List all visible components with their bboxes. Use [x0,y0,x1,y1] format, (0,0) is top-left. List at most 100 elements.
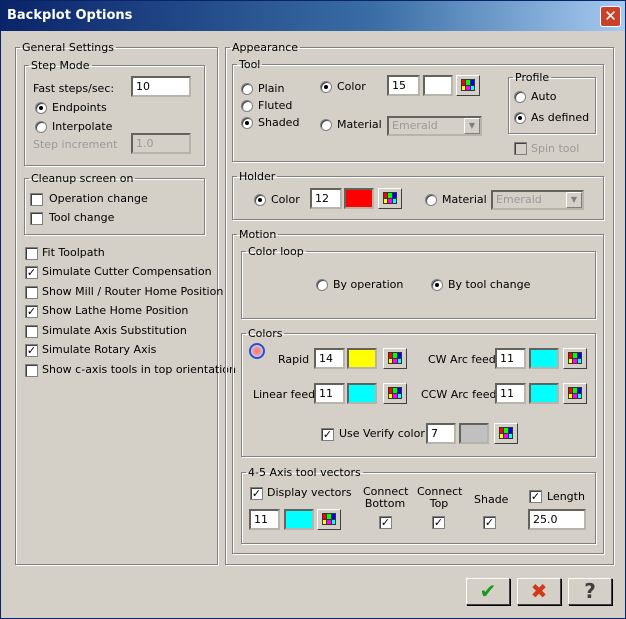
palette-icon [388,387,402,399]
close-button[interactable]: ✕ [600,6,621,27]
tool-fluted-radio[interactable] [241,100,253,112]
connect-top-label-line2: Top [429,497,449,510]
endpoints-label: Endpoints [52,101,107,114]
rapid-color-input[interactable]: 14 [314,348,345,369]
tool-color-swatch [423,75,453,96]
connect-top-label: Connect Top [417,486,462,510]
by-tool-change-label: By tool change [448,278,531,291]
tool-plain-radio[interactable] [241,83,253,95]
verify-color-picker-button[interactable] [494,423,518,444]
profile-legend: Profile [515,71,550,84]
length-checkbox[interactable]: ✓ [529,490,542,503]
tool-color-label: Color [337,80,366,93]
vector-color-picker-button[interactable] [317,509,341,530]
verify-color-swatch [459,423,489,444]
interpolate-radio[interactable] [35,121,47,133]
holder-color-input[interactable]: 12 [310,188,342,209]
profile-as-defined-label: As defined [531,111,590,124]
simulate-rotary-axis-label: Simulate Rotary Axis [42,343,157,356]
length-input[interactable]: 25.0 [528,509,586,530]
display-vectors-checkbox[interactable]: ✓ [250,487,263,500]
tool-fluted-label: Fluted [258,99,293,112]
holder-material-select[interactable]: Emerald ▼ [491,190,584,210]
show-mill-home-label: Show Mill / Router Home Position [42,285,224,298]
operation-change-checkbox[interactable] [30,193,43,206]
show-c-axis-checkbox[interactable] [25,364,38,377]
shade-checkbox[interactable]: ✓ [483,516,496,529]
step-increment-label: Step increment [33,138,118,151]
cancel-button[interactable]: ✖ [517,578,561,605]
tool-color-input[interactable]: 15 [387,75,420,96]
tool-color-picker-button[interactable] [456,75,480,96]
tool-material-value: Emerald [392,119,438,132]
display-vectors-label: Display vectors [267,486,352,499]
cw-arc-color-input[interactable]: 11 [495,348,526,369]
cw-arc-color-swatch [529,348,559,369]
connect-top-checkbox[interactable]: ✓ [432,516,445,529]
by-tool-change-radio[interactable] [431,279,443,291]
ok-button[interactable]: ✔ [466,578,510,605]
use-verify-color-label: Use Verify color [339,427,425,440]
simulate-rotary-axis-checkbox[interactable]: ✓ [25,344,38,357]
color-loop-group: Color loop [241,245,596,319]
ccw-arc-color-swatch [529,383,559,404]
window-title: Backplot Options [7,8,133,23]
holder-color-picker-button[interactable] [378,188,402,209]
show-mill-home-checkbox[interactable] [25,286,38,299]
verify-color-input[interactable]: 7 [426,423,456,444]
question-icon: ? [584,579,596,603]
fast-steps-input[interactable]: 10 [131,76,191,97]
x-icon: ✖ [530,579,548,603]
connect-bottom-checkbox[interactable]: ✓ [379,516,392,529]
tool-legend: Tool [239,58,261,71]
use-verify-color-checkbox[interactable]: ✓ [321,428,334,441]
holder-color-radio[interactable] [254,194,266,206]
general-settings-legend: General Settings [22,41,114,54]
connect-bottom-label: Connect Bottom [363,486,408,510]
palette-icon [568,387,582,399]
rapid-color-picker-button[interactable] [383,348,407,369]
tool-plain-label: Plain [258,82,285,95]
tool-material-label: Material [337,118,382,131]
simulate-cutter-comp-checkbox[interactable]: ✓ [25,266,38,279]
endpoints-radio[interactable] [35,102,47,114]
help-button[interactable]: ? [568,578,612,605]
vector-color-input[interactable]: 11 [249,509,280,530]
show-c-axis-label: Show c-axis tools in top orientation [42,363,237,376]
show-lathe-home-checkbox[interactable]: ✓ [25,305,38,318]
simulate-cutter-comp-label: Simulate Cutter Compensation [42,265,212,278]
tool-color-radio[interactable] [320,81,332,93]
vector-color-swatch [284,509,314,530]
holder-color-label: Color [271,193,300,206]
profile-as-defined-radio[interactable] [514,112,526,124]
tool-material-select[interactable]: Emerald ▼ [387,116,482,136]
color-cycle-icon [249,343,265,359]
linear-feed-color-picker-button[interactable] [383,383,407,404]
rapid-color-swatch [347,348,377,369]
simulate-axis-sub-checkbox[interactable] [25,325,38,338]
ccw-arc-color-input[interactable]: 11 [495,383,526,404]
fit-toolpath-checkbox[interactable] [25,247,38,260]
holder-material-radio[interactable] [425,194,437,206]
tool-shaded-radio[interactable] [241,117,253,129]
palette-icon [568,352,582,364]
fast-steps-label: Fast steps/sec: [33,82,115,95]
operation-change-label: Operation change [49,192,148,205]
title-bar[interactable]: Backplot Options [1,1,625,31]
by-operation-radio[interactable] [316,279,328,291]
cw-arc-color-picker-button[interactable] [563,348,587,369]
step-increment-input[interactable]: 1.0 [131,133,191,154]
holder-material-value: Emerald [496,193,542,206]
palette-icon [461,79,475,91]
simulate-axis-sub-label: Simulate Axis Substitution [42,324,187,337]
ccw-arc-color-picker-button[interactable] [563,383,587,404]
linear-feed-color-input[interactable]: 11 [314,383,345,404]
profile-auto-radio[interactable] [514,91,526,103]
palette-icon [499,427,513,439]
fit-toolpath-label: Fit Toolpath [42,246,105,259]
tool-material-radio[interactable] [320,119,332,131]
tool-change-checkbox[interactable] [30,212,43,225]
tool-vectors-legend: 4-5 Axis tool vectors [248,466,361,479]
spin-tool-checkbox[interactable] [514,142,527,155]
appearance-legend: Appearance [232,41,299,54]
